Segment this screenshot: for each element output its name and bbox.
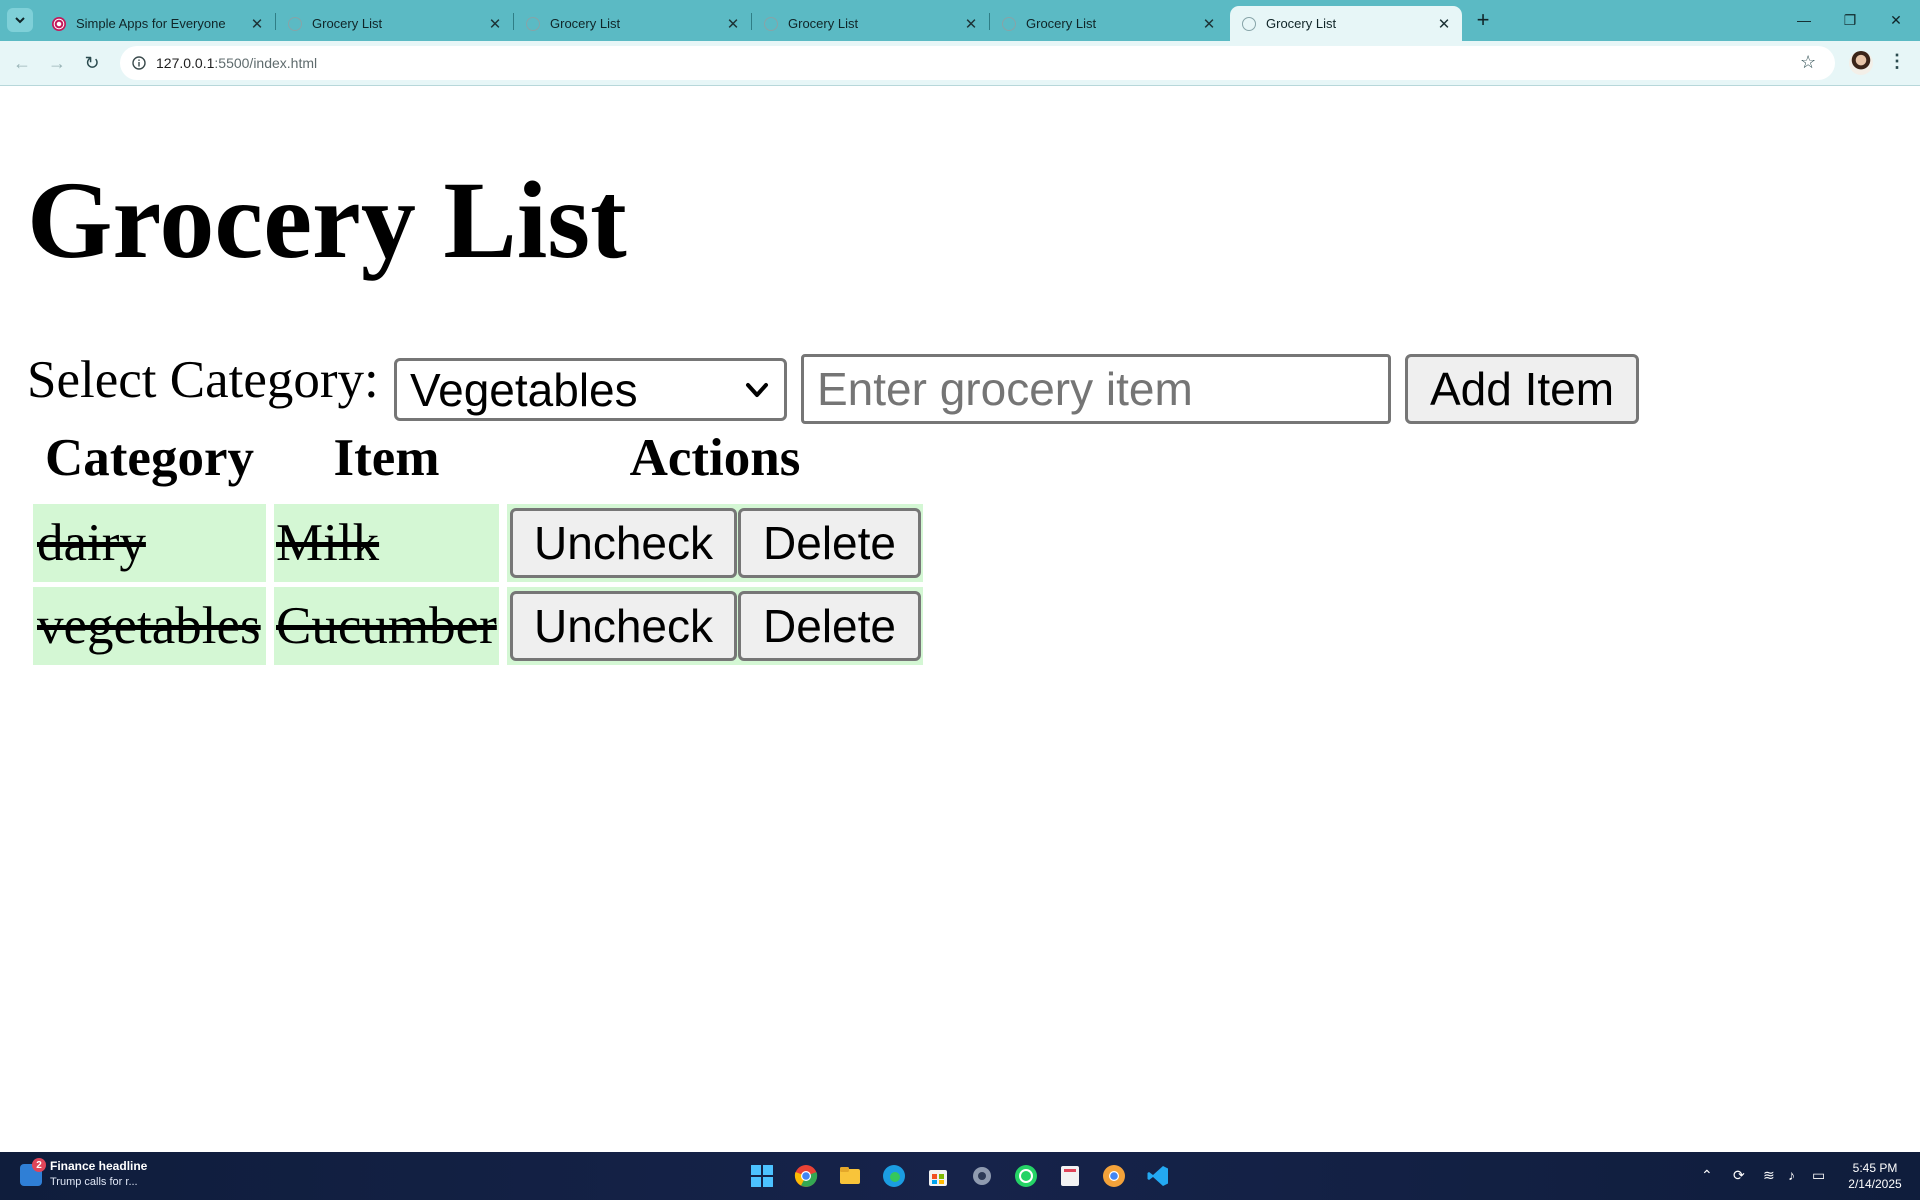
- back-button[interactable]: ←: [8, 49, 36, 77]
- browser-tab[interactable]: Grocery List ✕: [990, 6, 1227, 41]
- category-label: Select Category:: [27, 351, 379, 409]
- news-snippet[interactable]: Trump calls for r...: [50, 1176, 138, 1188]
- vscode-icon[interactable]: [1146, 1164, 1170, 1188]
- minimize-button[interactable]: —: [1781, 0, 1827, 40]
- uncheck-button[interactable]: Uncheck: [510, 508, 737, 578]
- grocery-item-input[interactable]: Enter grocery item: [801, 354, 1391, 424]
- browser-tab-strip: Simple Apps for Everyone ✕ Grocery List …: [0, 0, 1920, 41]
- browser-toolbar: ← → ↻ 127.0.0.1:5500/index.html ☆ ⋮: [0, 41, 1920, 86]
- add-item-button[interactable]: Add Item: [1405, 354, 1639, 424]
- file-explorer-icon[interactable]: [838, 1164, 862, 1188]
- clock-time: 5:45 PM: [1852, 1161, 1898, 1175]
- close-tab-icon[interactable]: ✕: [725, 15, 741, 33]
- snipping-tool-icon[interactable]: [1058, 1164, 1082, 1188]
- close-tab-icon[interactable]: ✕: [487, 15, 503, 33]
- category-select[interactable]: Vegetables: [394, 358, 787, 421]
- more-menu-icon[interactable]: ⋮: [1888, 51, 1906, 72]
- plus-icon: +: [1476, 7, 1490, 32]
- page-title: Grocery List: [27, 159, 627, 281]
- forward-button[interactable]: →: [43, 49, 71, 77]
- chevron-down-icon: [15, 17, 25, 24]
- table-cell-category: dairy: [33, 504, 266, 582]
- globe-icon: [288, 16, 302, 31]
- table-cell-actions: Uncheck Delete: [507, 504, 923, 582]
- page-content: Grocery List Select Category: Vegetables…: [0, 87, 1920, 1152]
- globe-icon: [526, 16, 540, 31]
- tab-search-button[interactable]: [7, 8, 33, 32]
- address-bar[interactable]: 127.0.0.1:5500/index.html: [120, 46, 1835, 80]
- restore-icon: ❐: [1843, 11, 1857, 28]
- news-headline[interactable]: Finance headline: [50, 1159, 147, 1173]
- notification-badge: 2: [32, 1158, 46, 1172]
- site-favicon-icon: [52, 16, 66, 31]
- clock-date: 2/14/2025: [1848, 1177, 1902, 1191]
- store-icon[interactable]: [926, 1164, 950, 1188]
- arrow-left-icon: ←: [13, 52, 31, 73]
- minimize-icon: —: [1797, 12, 1811, 28]
- chevron-down-icon: [746, 383, 768, 397]
- volume-icon[interactable]: ♪: [1788, 1167, 1795, 1183]
- battery-icon[interactable]: ▭: [1812, 1167, 1825, 1184]
- browser-tab-active[interactable]: Grocery List ✕: [1230, 6, 1462, 41]
- column-header-actions: Actions: [629, 429, 801, 487]
- edge-icon[interactable]: [882, 1164, 906, 1188]
- whatsapp-icon[interactable]: [1014, 1164, 1038, 1188]
- globe-icon: [764, 16, 778, 31]
- url-text: 127.0.0.1:5500/index.html: [156, 55, 317, 71]
- close-icon: ✕: [1890, 11, 1902, 28]
- table-cell-actions: Uncheck Delete: [507, 587, 923, 665]
- table-cell-item: Cucumber: [274, 587, 499, 665]
- column-header-category: Category: [45, 429, 254, 487]
- globe-icon: [1002, 16, 1016, 31]
- grocery-item-placeholder: Enter grocery item: [817, 363, 1193, 415]
- browser-tab[interactable]: Grocery List ✕: [276, 6, 513, 41]
- site-info-icon[interactable]: [132, 56, 146, 70]
- reload-icon: ↻: [84, 52, 100, 73]
- browser-tab[interactable]: Grocery List ✕: [752, 6, 989, 41]
- settings-gear-icon[interactable]: [970, 1164, 994, 1188]
- column-header-item: Item: [333, 429, 440, 487]
- table-cell-category: vegetables: [33, 587, 266, 665]
- close-tab-icon[interactable]: ✕: [1436, 15, 1452, 33]
- sync-icon[interactable]: ⟳: [1733, 1167, 1745, 1184]
- close-tab-icon[interactable]: ✕: [249, 15, 265, 33]
- reload-button[interactable]: ↻: [78, 49, 106, 77]
- bookmark-star-icon[interactable]: ☆: [1800, 52, 1816, 73]
- arrow-right-icon: →: [48, 52, 66, 73]
- windows-start-icon[interactable]: [750, 1164, 774, 1188]
- clock[interactable]: 5:45 PM 2/14/2025: [1840, 1160, 1910, 1192]
- delete-button[interactable]: Delete: [738, 508, 921, 578]
- delete-button[interactable]: Delete: [738, 591, 921, 661]
- category-select-value: Vegetables: [410, 363, 638, 416]
- browser-tab[interactable]: Simple Apps for Everyone ✕: [40, 6, 275, 41]
- profile-avatar[interactable]: [1849, 51, 1873, 75]
- restore-button[interactable]: ❐: [1827, 0, 1873, 40]
- table-cell-item: Milk: [274, 504, 499, 582]
- uncheck-button[interactable]: Uncheck: [510, 591, 737, 661]
- url-path: :5500/index.html: [214, 55, 318, 71]
- chrome-icon[interactable]: [794, 1164, 818, 1188]
- close-tab-icon[interactable]: ✕: [963, 15, 979, 33]
- close-window-button[interactable]: ✕: [1873, 0, 1919, 40]
- new-tab-button[interactable]: +: [1470, 7, 1496, 33]
- browser-tab[interactable]: Grocery List ✕: [514, 6, 751, 41]
- taskbar: 2 Finance headline Trump calls for r... …: [0, 1152, 1920, 1200]
- close-tab-icon[interactable]: ✕: [1201, 15, 1217, 33]
- chevron-up-icon[interactable]: ⌃: [1701, 1167, 1713, 1184]
- wifi-icon[interactable]: ≋: [1763, 1167, 1775, 1184]
- chrome-dev-icon[interactable]: [1102, 1164, 1126, 1188]
- url-host: 127.0.0.1: [156, 55, 215, 71]
- globe-icon: [1242, 16, 1256, 31]
